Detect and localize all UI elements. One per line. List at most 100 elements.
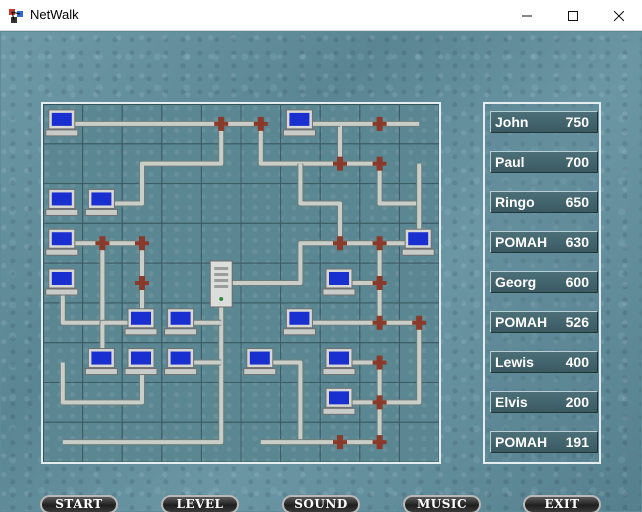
computer-base bbox=[322, 407, 356, 415]
computer-base bbox=[45, 288, 79, 296]
server-bay bbox=[214, 285, 229, 288]
computer-screen bbox=[329, 351, 349, 365]
computer-base bbox=[84, 368, 118, 376]
pipe-joint bbox=[372, 121, 387, 126]
server-bay bbox=[214, 279, 229, 282]
computer-screen bbox=[91, 351, 112, 365]
close-button[interactable] bbox=[596, 0, 642, 31]
player-name: Elvis bbox=[495, 394, 528, 410]
computer-screen bbox=[131, 311, 151, 325]
board-tile bbox=[161, 183, 202, 224]
pipe-joint bbox=[372, 241, 387, 246]
computer-screen bbox=[91, 192, 112, 206]
computer-base bbox=[401, 248, 435, 256]
computer-base bbox=[282, 328, 316, 336]
pipe-joint bbox=[135, 241, 149, 246]
pipe-joint bbox=[412, 320, 427, 325]
start-button[interactable]: START bbox=[40, 495, 118, 512]
pipe-joint bbox=[333, 161, 347, 166]
computer-base bbox=[243, 368, 277, 376]
pipe-joint bbox=[372, 161, 387, 166]
computer-base bbox=[164, 368, 198, 376]
player-score: 700 bbox=[565, 154, 589, 170]
pipe-joint bbox=[372, 360, 387, 365]
computer-screen bbox=[408, 232, 429, 246]
player-name: POMAH bbox=[495, 314, 548, 330]
computer-base bbox=[84, 208, 118, 216]
player-name: Lewis bbox=[495, 354, 534, 370]
pipe-joint bbox=[372, 281, 387, 285]
maximize-button[interactable] bbox=[550, 0, 596, 31]
player-score: 630 bbox=[565, 234, 589, 250]
level-button[interactable]: LEVEL bbox=[161, 495, 239, 512]
computer-screen bbox=[51, 192, 72, 206]
pipe-joint bbox=[372, 320, 387, 325]
computer-screen bbox=[170, 351, 191, 365]
player-score: 600 bbox=[565, 274, 589, 290]
maximize-icon bbox=[568, 10, 578, 21]
board-tile bbox=[398, 421, 439, 462]
board-tile bbox=[161, 222, 202, 264]
player-name: POMAH bbox=[495, 234, 548, 250]
pipe-joint bbox=[333, 440, 347, 445]
server-led bbox=[219, 297, 224, 301]
high-score-panel: John 750 Paul 700 Ringo 650 POMAH 630 Georg 600 PO… bbox=[483, 102, 601, 464]
computer-base bbox=[45, 248, 79, 256]
board-tile bbox=[240, 302, 282, 344]
player-score: 200 bbox=[565, 394, 589, 410]
board-tile bbox=[240, 222, 282, 264]
board-tile bbox=[82, 143, 123, 185]
computer-base bbox=[124, 328, 158, 336]
pipe-joint bbox=[333, 241, 347, 246]
music-button[interactable]: MUSIC bbox=[403, 495, 481, 512]
board-tile bbox=[43, 143, 84, 185]
player-score: 526 bbox=[565, 314, 589, 330]
player-score: 750 bbox=[565, 114, 589, 130]
computer-screen bbox=[289, 311, 310, 325]
score-row: POMAH 630 bbox=[490, 231, 598, 253]
computer-base bbox=[322, 368, 356, 376]
pipe-joint bbox=[214, 121, 229, 126]
pipe-joint bbox=[372, 440, 387, 445]
computer-base bbox=[322, 288, 356, 296]
score-row: POMAH 191 bbox=[490, 431, 598, 453]
player-name: Ringo bbox=[495, 194, 535, 210]
computer-screen bbox=[51, 112, 72, 126]
score-row: Ringo 650 bbox=[490, 191, 598, 213]
server-bay bbox=[214, 267, 229, 270]
computer-screen bbox=[131, 351, 151, 365]
window-title: NetWalk bbox=[30, 7, 79, 22]
player-score: 650 bbox=[565, 194, 589, 210]
close-icon bbox=[614, 10, 624, 21]
minimize-icon bbox=[522, 15, 532, 16]
pipe-joint bbox=[372, 400, 387, 405]
title-bar: NetWalk bbox=[0, 0, 642, 31]
board-tile bbox=[240, 183, 282, 224]
score-row: John 750 bbox=[490, 111, 598, 133]
player-score: 400 bbox=[565, 354, 589, 370]
game-board[interactable] bbox=[41, 102, 441, 464]
board-grid[interactable] bbox=[43, 104, 439, 462]
score-row: Lewis 400 bbox=[490, 351, 598, 373]
computer-screen bbox=[249, 351, 270, 365]
score-row: Paul 700 bbox=[490, 151, 598, 173]
board-tile bbox=[200, 222, 242, 264]
minimize-button[interactable] bbox=[504, 0, 550, 31]
computer-base bbox=[45, 129, 79, 137]
player-name: John bbox=[495, 114, 529, 130]
player-name: Georg bbox=[495, 274, 537, 290]
pipe-joint bbox=[95, 241, 110, 246]
computer-screen bbox=[329, 391, 349, 405]
game-area: John 750 Paul 700 Ringo 650 POMAH 630 Georg 600 PO… bbox=[1, 32, 641, 512]
board-tile bbox=[161, 381, 202, 423]
app-icon bbox=[9, 9, 23, 23]
exit-button[interactable]: EXIT bbox=[523, 495, 601, 512]
score-row: Elvis 200 bbox=[490, 391, 598, 413]
board-tile bbox=[200, 183, 242, 224]
score-row: POMAH 526 bbox=[490, 311, 598, 333]
computer-base bbox=[282, 129, 316, 137]
board-tile bbox=[161, 262, 202, 304]
player-name: Paul bbox=[495, 154, 525, 170]
computer-screen bbox=[51, 232, 72, 246]
sound-button[interactable]: SOUND bbox=[282, 495, 360, 512]
